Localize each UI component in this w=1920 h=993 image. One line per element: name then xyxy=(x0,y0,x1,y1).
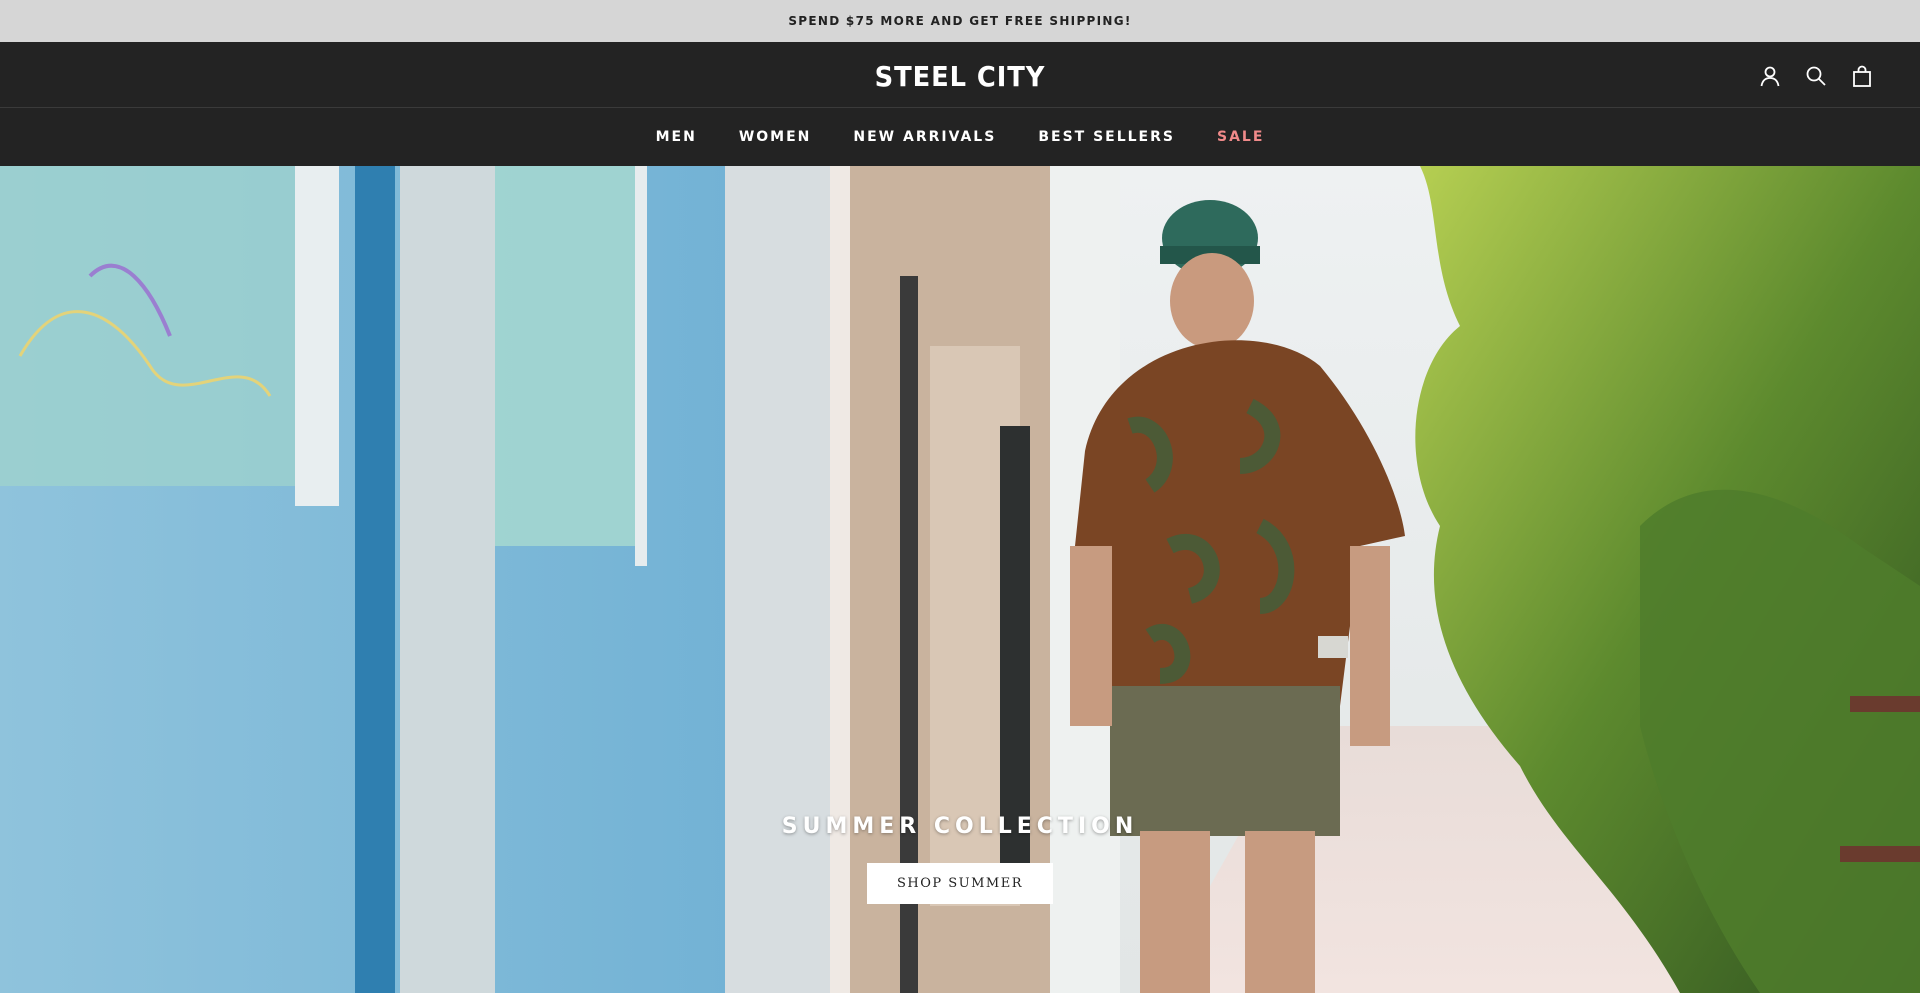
main-nav: MEN WOMEN NEW ARRIVALS BEST SELLERS SALE xyxy=(0,108,1920,166)
announcement-bar: SPEND $75 MORE AND GET FREE SHIPPING! xyxy=(0,0,1920,42)
nav-item-best-sellers[interactable]: BEST SELLERS xyxy=(1038,129,1175,145)
announcement-text: SPEND $75 MORE AND GET FREE SHIPPING! xyxy=(788,14,1132,28)
shop-summer-button[interactable]: SHOP SUMMER xyxy=(866,863,1054,904)
cart-icon[interactable] xyxy=(1850,64,1874,88)
site-header: STEEL CITY xyxy=(0,42,1920,108)
hero-title: SUMMER COLLECTION xyxy=(781,814,1139,839)
hero-cta: SUMMER COLLECTION SHOP SUMMER xyxy=(0,814,1920,904)
nav-item-women[interactable]: WOMEN xyxy=(739,129,812,145)
hero-banner: SUMMER COLLECTION SHOP SUMMER xyxy=(0,166,1920,993)
header-icons xyxy=(1758,64,1874,88)
account-icon[interactable] xyxy=(1758,64,1782,88)
nav-item-new-arrivals[interactable]: NEW ARRIVALS xyxy=(853,129,996,145)
nav-item-men[interactable]: MEN xyxy=(656,129,697,145)
site-logo[interactable]: STEEL CITY xyxy=(77,60,1843,93)
search-icon[interactable] xyxy=(1804,64,1828,88)
nav-item-sale[interactable]: SALE xyxy=(1217,129,1264,145)
